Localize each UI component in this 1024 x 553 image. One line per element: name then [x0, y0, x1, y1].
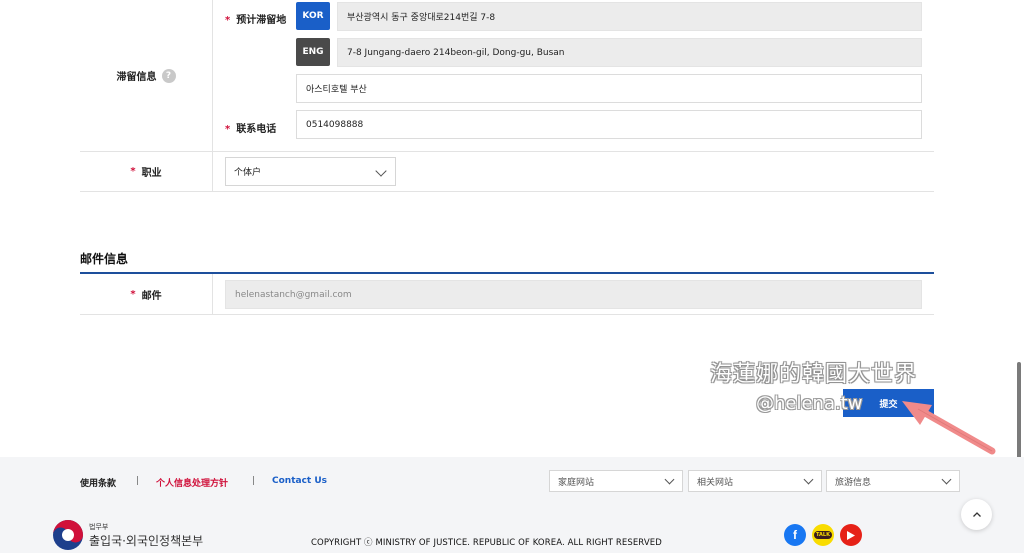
watermark-handle: @helena.tw — [756, 393, 863, 414]
play-icon — [847, 530, 855, 540]
youtube-icon[interactable] — [840, 524, 862, 546]
occupation-label: 职业 — [141, 168, 162, 179]
kakaotalk-icon[interactable]: TALK — [812, 524, 834, 546]
chevron-down-icon — [375, 165, 387, 177]
occupation-row: * 职业 个体户 — [80, 152, 934, 192]
email-label: 邮件 — [141, 290, 162, 302]
related-sites-select[interactable]: 相关网站 — [688, 470, 822, 492]
family-sites-select[interactable]: 家庭网站 — [549, 470, 683, 492]
stay-info-label: 滞留信息 — [116, 72, 157, 83]
privacy-link[interactable]: 个人信息处理方针 — [156, 476, 228, 489]
contact-link[interactable]: Contact Us — [272, 476, 327, 486]
ministry-logo: 법무부 출입국·외국인정책본부 — [52, 519, 203, 553]
watermark-title: 海蓮娜的韓國大世界 — [710, 362, 918, 387]
email-row: * 邮件 helenastanch@gmail.com — [80, 274, 934, 315]
email-field[interactable]: helenastanch@gmail.com — [225, 280, 922, 309]
page-scrollbar[interactable] — [1017, 362, 1021, 462]
occupation-label-cell: * 职业 — [80, 152, 213, 191]
phone-field[interactable]: 0514098888 — [296, 110, 922, 139]
footer-separator: | — [252, 476, 256, 486]
occupation-selected-value: 个体户 — [234, 168, 262, 178]
travel-info-select[interactable]: 旅游信息 — [826, 470, 960, 492]
facebook-icon[interactable]: f — [784, 524, 806, 546]
footer: 使用条款 | 个人信息处理方针 | Contact Us 家庭网站 相关网站 旅… — [0, 457, 1024, 553]
eng-tag: ENG — [296, 38, 330, 66]
help-icon[interactable]: ? — [161, 68, 176, 83]
terms-link[interactable]: 使用条款 — [80, 476, 116, 489]
email-label-cell: * 邮件 — [80, 274, 213, 314]
emblem-icon — [53, 520, 83, 550]
address-kor-field[interactable]: 부산광역시 동구 중앙대로214번길 7-8 — [337, 2, 922, 31]
scroll-to-top-button[interactable] — [961, 499, 992, 530]
address-detail-field[interactable]: 아스티호텔 부산 — [296, 74, 922, 103]
footer-separator: | — [136, 476, 140, 486]
chevron-down-icon — [803, 474, 814, 485]
annotation-arrow — [902, 401, 996, 455]
occupation-select[interactable]: 个体户 — [225, 157, 396, 186]
stay-info-row: 滞留信息 ? * 预计滞留地 KOR 부산광역시 동구 중앙대로214번길 7-8… — [80, 0, 934, 152]
planned-stay-label: * 预计滞留地 — [225, 15, 287, 26]
copyright-text: COPYRIGHT ⓒ MINISTRY OF JUSTICE. REPUBLI… — [311, 538, 662, 548]
chevron-down-icon — [941, 474, 952, 485]
logo-agency-text: 출입국·외국인정책본부 — [89, 534, 204, 548]
stay-info-label-cell: 滞留信息 ? — [80, 0, 213, 151]
address-eng-field[interactable]: 7-8 Jungang-daero 214beon-gil, Dong-gu, … — [337, 38, 922, 67]
logo-ministry-text: 법무부 — [89, 523, 109, 531]
kor-tag: KOR — [296, 2, 330, 30]
arrow-up-icon — [972, 512, 981, 517]
phone-label: * 联系电话 — [225, 124, 277, 135]
email-section-title: 邮件信息 — [80, 252, 129, 266]
chevron-down-icon — [664, 474, 675, 485]
